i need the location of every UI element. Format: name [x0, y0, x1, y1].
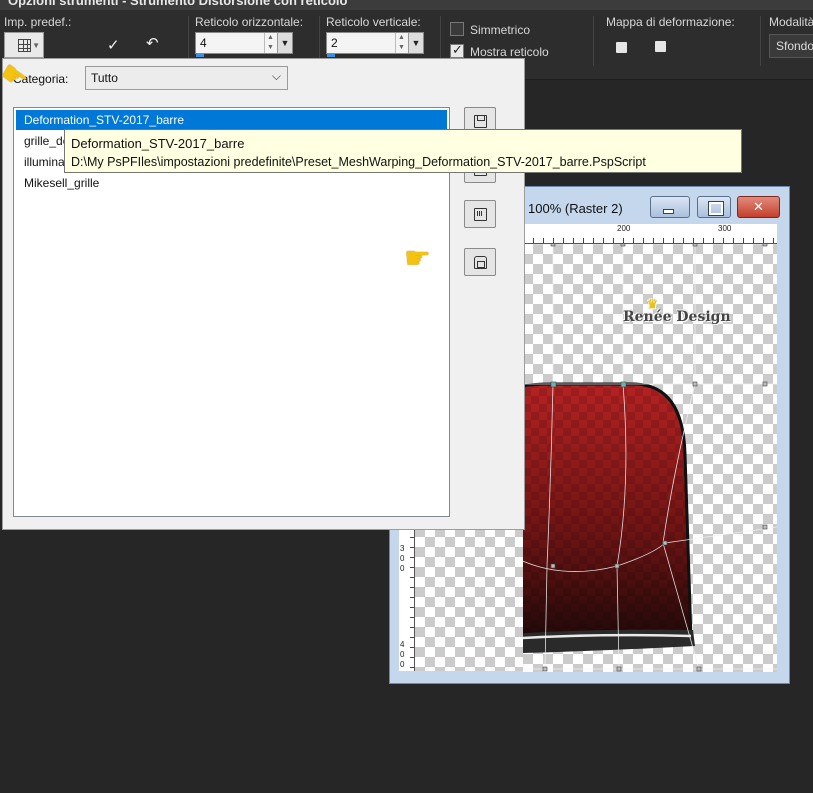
toolbar-divider: [760, 16, 761, 66]
slider-indicator[interactable]: [196, 54, 204, 57]
tooltip-path: D:\My PsPFIles\impostazioni predefinite\…: [71, 155, 646, 169]
minimize-button[interactable]: [650, 196, 690, 218]
open-folder-icon[interactable]: [616, 42, 627, 53]
ruler-tick-label: 300: [718, 224, 732, 233]
restore-icon: [474, 256, 487, 269]
vertical-grid-stepper[interactable]: 2 ▲ ▼ ▼: [326, 32, 424, 57]
chevron-down-icon[interactable]: ▼: [277, 33, 292, 53]
horizontal-grid-label: Reticolo orizzontale:: [195, 15, 304, 29]
mesh-grid-icon: [18, 39, 31, 52]
chevron-down-icon: ▼: [32, 41, 40, 50]
delete-icon: [474, 208, 487, 221]
save-icon: [474, 115, 487, 128]
ruler-tick-label: 3: [400, 544, 405, 553]
ruler-tick-label: 0: [400, 650, 405, 659]
preset-label: Imp. predef.:: [4, 15, 72, 29]
ruler-tick-label: 0: [400, 660, 405, 669]
preset-dropdown-button[interactable]: ▼: [4, 32, 44, 58]
spin-arrows-icon[interactable]: ▲ ▼: [395, 33, 407, 53]
horizontal-grid-value[interactable]: 4: [200, 36, 207, 50]
reset-undo-icon[interactable]: ↶: [146, 34, 159, 52]
maximize-button[interactable]: [697, 196, 731, 218]
bottom-bar-band: [523, 629, 695, 654]
spin-arrows-icon[interactable]: ▲ ▼: [264, 33, 276, 53]
restore-preset-button[interactable]: [464, 248, 496, 276]
preset-item-mikesell-grille[interactable]: Mikesell_grille: [16, 173, 447, 193]
toolbar-divider: [593, 16, 594, 66]
mode-label: Modalità: [769, 15, 813, 29]
ruler-tick-label: 0: [400, 564, 405, 573]
save-disk-icon[interactable]: [655, 41, 666, 52]
tooltip-title: Deformation_STV-2017_barre: [71, 136, 245, 151]
chevron-down-icon[interactable]: ⌵: [272, 69, 281, 84]
apply-check-icon[interactable]: ✓: [107, 36, 120, 54]
canvas-area[interactable]: ♛ Renée Design: [523, 244, 777, 672]
pointing-hand-icon: ☛: [404, 242, 431, 275]
logo-text: Renée Design: [623, 309, 731, 325]
delete-preset-button[interactable]: [464, 200, 496, 228]
symmetric-label: Simmetrico: [470, 23, 531, 37]
canvas-area-left[interactable]: [415, 517, 523, 671]
window-title-bar: Opzioni strumenti - Strumento Distorsion…: [0, 0, 813, 10]
show-grid-label: Mostra reticolo: [470, 45, 549, 59]
preset-tooltip: Deformation_STV-2017_barre D:\My PsPFIle…: [64, 129, 742, 173]
ruler-tick-label: 4: [400, 640, 405, 649]
category-value[interactable]: Tutto: [91, 71, 118, 85]
crown-icon: ♛: [647, 297, 658, 311]
symmetric-checkbox[interactable]: [450, 22, 464, 36]
mode-dropdown[interactable]: Sfondo: [769, 34, 813, 58]
horizontal-grid-stepper[interactable]: 4 ▲ ▼ ▼: [195, 32, 293, 57]
deformation-map-label: Mappa di deformazione:: [606, 15, 735, 29]
ruler-tick-label: 0: [400, 554, 405, 563]
close-icon: ✕: [753, 199, 764, 214]
watermark-logo: ♛ Renée Design: [623, 297, 731, 325]
ruler-tick-label: 200: [617, 224, 631, 233]
show-grid-checkbox[interactable]: [450, 42, 464, 58]
slider-indicator[interactable]: [327, 54, 335, 57]
category-dropdown[interactable]: Tutto ⌵: [85, 66, 288, 90]
vertical-grid-label: Reticolo verticale:: [326, 15, 421, 29]
window-title: Opzioni strumenti - Strumento Distorsion…: [8, 0, 348, 8]
close-button[interactable]: ✕: [737, 196, 780, 218]
chevron-down-icon[interactable]: ▼: [408, 33, 423, 53]
preset-item-deformation-stv-2017-barre[interactable]: Deformation_STV-2017_barre: [16, 110, 447, 130]
vertical-grid-value[interactable]: 2: [331, 36, 338, 50]
vertical-ruler: 3 0 0 4 0 0: [399, 517, 415, 671]
horizontal-ruler: 200 300: [523, 224, 777, 244]
image-window-title: 100% (Raster 2): [528, 201, 623, 216]
